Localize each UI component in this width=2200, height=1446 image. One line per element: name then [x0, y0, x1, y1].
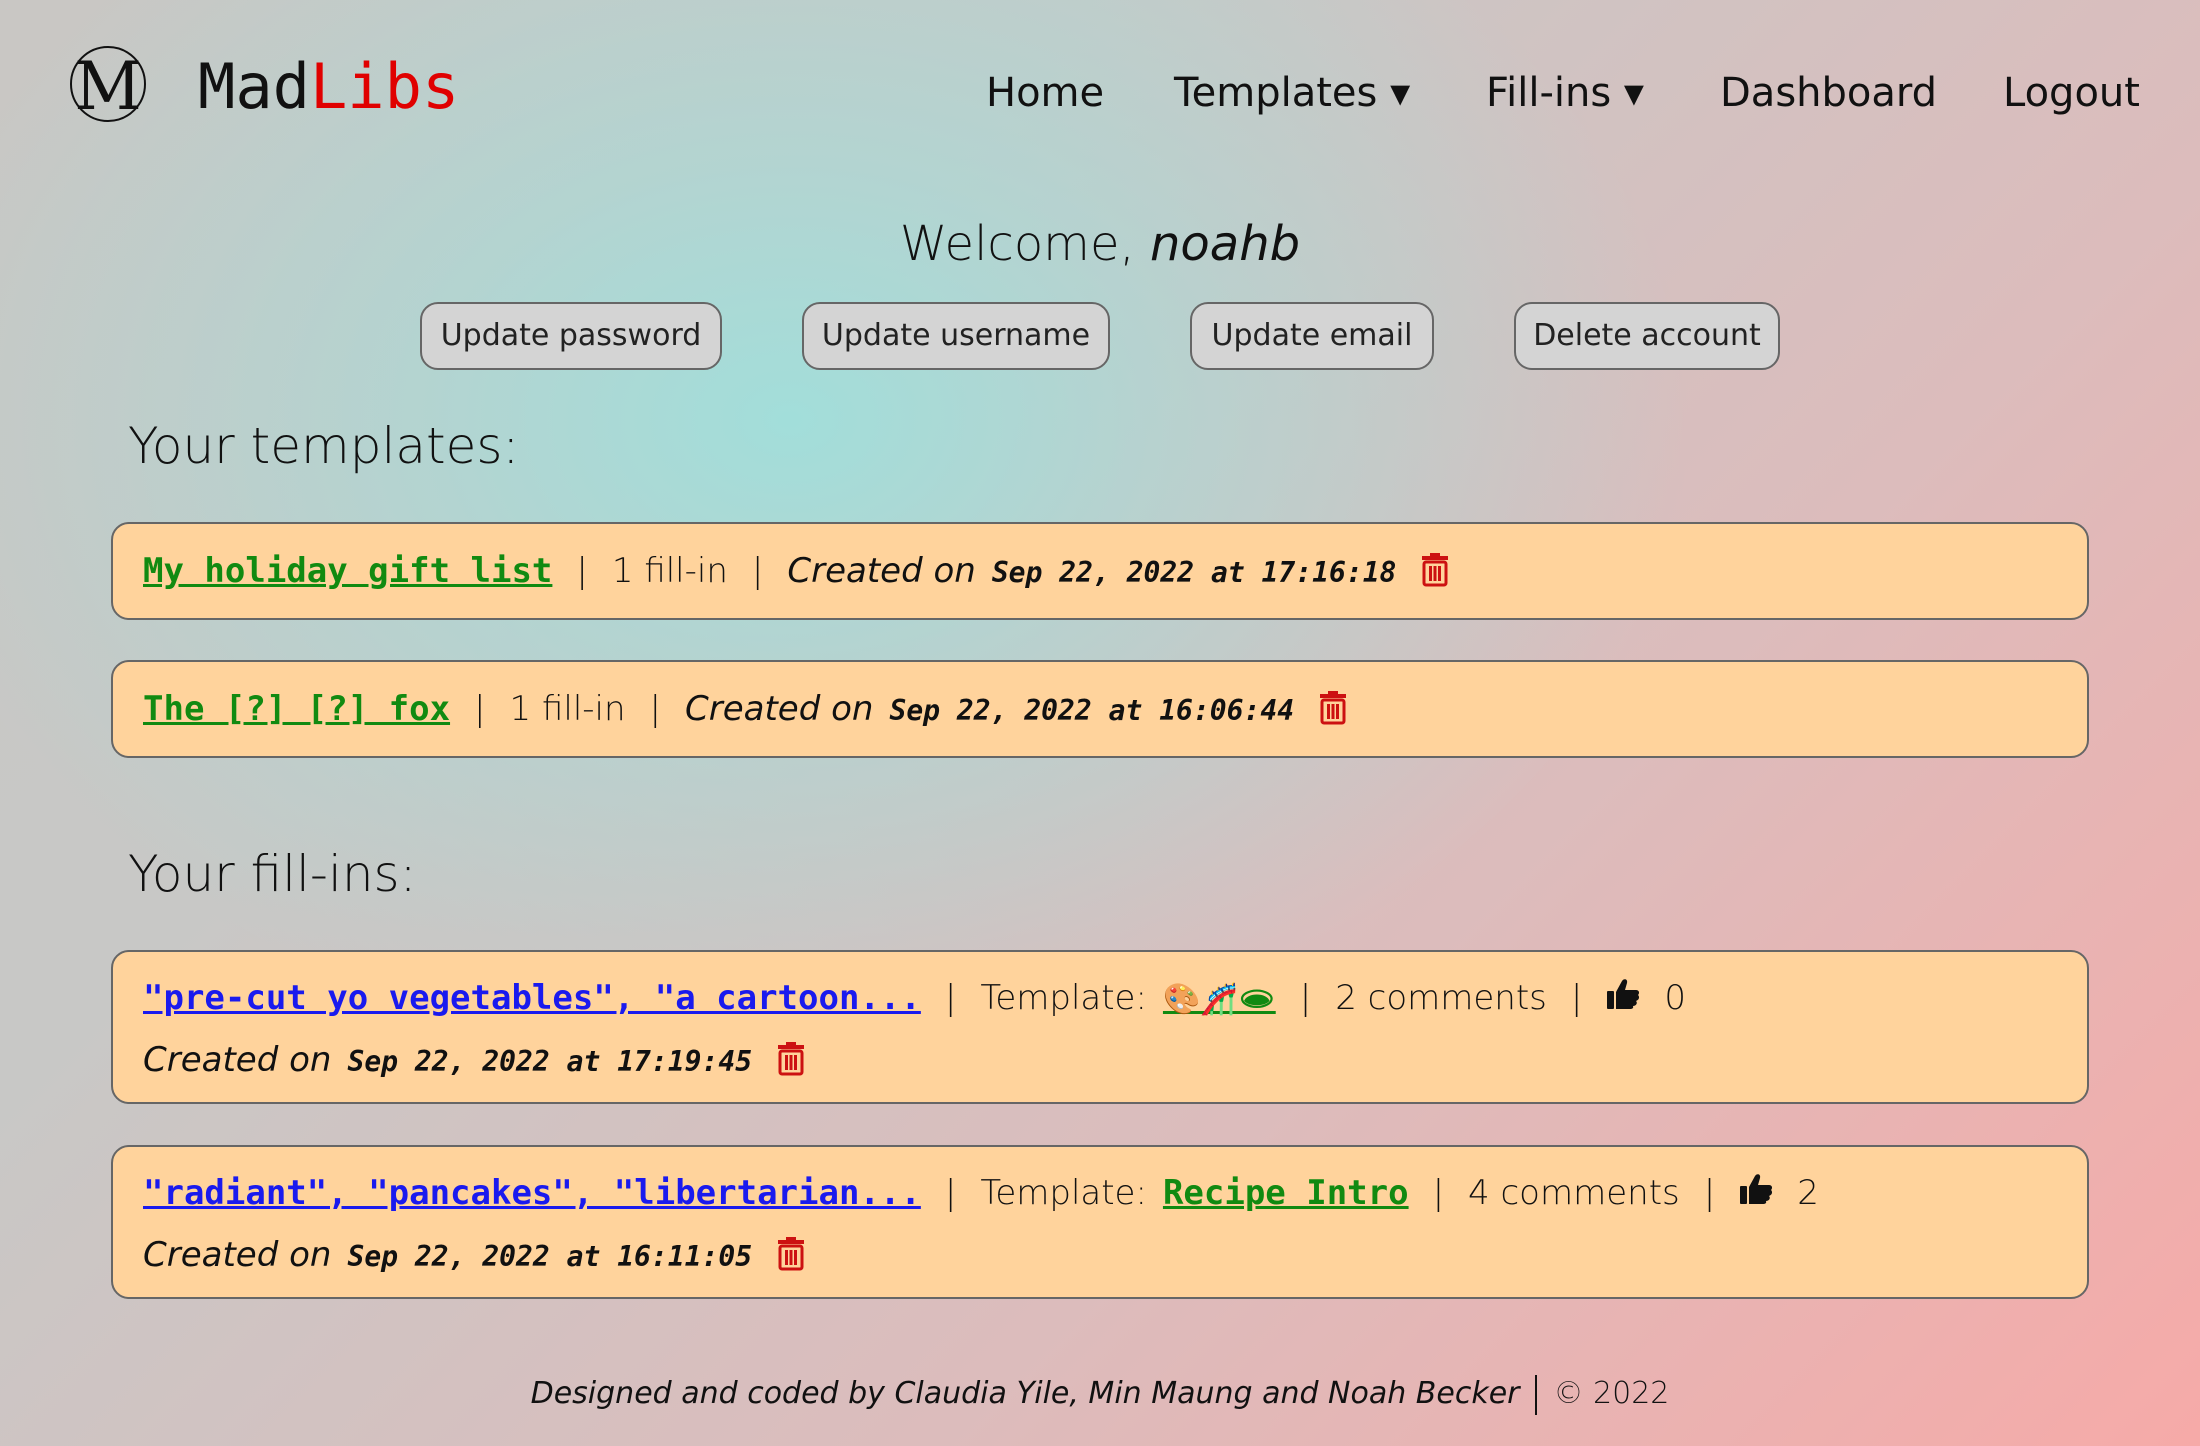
fillin-card: "pre-cut yo vegetables", "a cartoon... |… — [111, 950, 2089, 1104]
created-label: Created on — [143, 1235, 332, 1275]
nav-dashboard[interactable]: Dashboard — [1720, 68, 1937, 118]
separator: | — [649, 689, 661, 729]
separator: | — [474, 689, 486, 729]
created-date: Sep 22, 2022 at 17:16:18 — [991, 556, 1397, 589]
nav-templates-dropdown[interactable]: Templates ▾ — [1174, 68, 1410, 118]
comment-count: 4 comments — [1468, 1173, 1680, 1213]
update-password-button[interactable]: Update password — [420, 302, 722, 370]
fillin-row: "pre-cut yo vegetables", "a cartoon... |… — [143, 978, 1686, 1019]
footer: Designed and coded by Claudia Yile, Min … — [0, 1374, 2200, 1415]
template-card: My holiday gift list | 1 fill-in | Creat… — [111, 522, 2089, 620]
logo-icon[interactable]: M — [70, 46, 146, 122]
welcome-heading: Welcome, noahb — [899, 216, 1301, 272]
fillin-link[interactable]: "radiant", "pancakes", "libertarian... — [143, 1173, 921, 1213]
template-link[interactable]: My holiday gift list — [143, 551, 552, 591]
separator: | — [1299, 978, 1312, 1018]
trash-icon[interactable] — [1318, 689, 1348, 734]
separator: | — [944, 978, 957, 1018]
separator: | — [1570, 978, 1583, 1018]
separator: | — [751, 551, 764, 591]
created-date: Sep 22, 2022 at 16:06:44 — [889, 694, 1295, 727]
template-label: Template: — [980, 978, 1147, 1018]
fillin-meta-row: Created on Sep 22, 2022 at 16:11:05 — [143, 1235, 806, 1280]
fillin-count: 1 fill-in — [611, 551, 728, 591]
template-row: The [?] [?] fox | 1 fill-in | Created on… — [143, 689, 1348, 734]
created-date: Sep 22, 2022 at 16:11:05 — [347, 1240, 753, 1273]
fillin-card: "radiant", "pancakes", "libertarian... |… — [111, 1145, 2089, 1299]
template-link[interactable]: The [?] [?] fox — [143, 689, 450, 729]
comment-count: 2 comments — [1335, 978, 1547, 1018]
fillin-link[interactable]: "pre-cut yo vegetables", "a cartoon... — [143, 978, 921, 1018]
fillin-template-link[interactable]: 🎨🎢🕳 — [1163, 982, 1276, 1017]
fillin-template-link[interactable]: Recipe Intro — [1163, 1173, 1409, 1213]
fillins-section-title: Your fill-ins: — [128, 845, 417, 903]
trash-icon[interactable] — [1420, 551, 1450, 596]
footer-credits: Designed and coded by Claudia Yile, Min … — [530, 1376, 1520, 1411]
templates-section-title: Your templates: — [128, 417, 520, 475]
footer-divider — [1535, 1374, 1538, 1415]
separator: | — [944, 1173, 957, 1213]
created-label: Created on — [143, 1040, 332, 1080]
brand-logo[interactable]: MadLibs — [198, 52, 459, 122]
nav-fillins-dropdown[interactable]: Fill-ins ▾ — [1486, 68, 1644, 118]
template-card: The [?] [?] fox | 1 fill-in | Created on… — [111, 660, 2089, 758]
fillin-meta-row: Created on Sep 22, 2022 at 17:19:45 — [143, 1040, 806, 1085]
footer-copyright: © 2022 — [1553, 1376, 1670, 1411]
thumbs-up-icon[interactable] — [1606, 978, 1640, 1019]
template-label: Template: — [980, 1173, 1147, 1213]
thumbs-up-icon[interactable] — [1739, 1173, 1773, 1214]
update-email-button[interactable]: Update email — [1190, 302, 1434, 370]
update-username-button[interactable]: Update username — [802, 302, 1110, 370]
separator: | — [576, 551, 588, 591]
nav-logout[interactable]: Logout — [2003, 68, 2140, 118]
trash-icon[interactable] — [776, 1040, 806, 1085]
template-row: My holiday gift list | 1 fill-in | Creat… — [143, 551, 1450, 596]
like-count: 2 — [1797, 1173, 1819, 1213]
created-date: Sep 22, 2022 at 17:19:45 — [347, 1045, 753, 1078]
separator: | — [1432, 1173, 1445, 1213]
separator: | — [1703, 1173, 1716, 1213]
created-label: Created on — [787, 551, 976, 591]
like-count: 0 — [1664, 978, 1686, 1018]
fillin-count: 1 fill-in — [509, 689, 626, 729]
username: noahb — [1149, 216, 1301, 272]
fillin-row: "radiant", "pancakes", "libertarian... |… — [143, 1173, 1819, 1214]
created-label: Created on — [685, 689, 874, 729]
nav-home[interactable]: Home — [986, 68, 1104, 118]
trash-icon[interactable] — [776, 1235, 806, 1280]
delete-account-button[interactable]: Delete account — [1514, 302, 1780, 370]
